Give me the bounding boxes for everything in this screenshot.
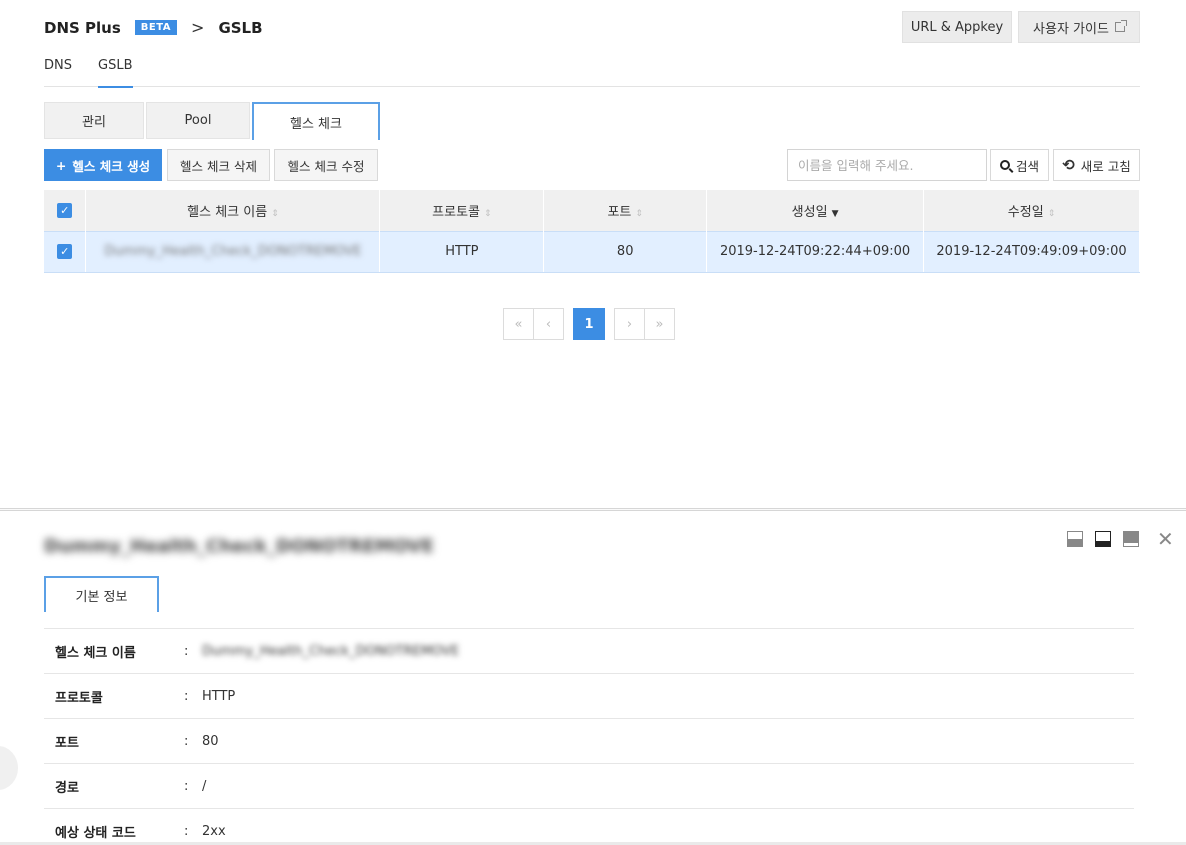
user-guide-label: 사용자 가이드	[1033, 21, 1109, 37]
edit-label: 헬스 체크 수정	[287, 158, 365, 174]
prev-page-button[interactable]: ‹	[533, 308, 564, 340]
detail-title: Dummy_Health_Check_DONOTREMOVE	[44, 536, 434, 557]
tab-management[interactable]: 관리	[44, 102, 144, 139]
next-page-button[interactable]: ›	[614, 308, 645, 340]
search-icon	[999, 160, 1010, 170]
panel-bottom-layout-icon[interactable]	[1095, 531, 1111, 547]
service-subnav: DNS GSLB	[44, 56, 1140, 88]
create-health-check-button[interactable]: + 헬스 체크 생성	[44, 149, 162, 181]
page-button-current[interactable]: 1	[573, 308, 605, 340]
info-separator: :	[184, 688, 189, 704]
sort-icon: ⇕	[1047, 208, 1056, 219]
info-row: 예상 상태 코드 : 2xx	[44, 809, 1134, 845]
column-header-name[interactable]: 헬스 체크 이름 ⇕	[85, 190, 381, 231]
close-icon[interactable]: ✕	[1157, 527, 1174, 551]
column-header-created[interactable]: 생성일 ▼	[706, 190, 925, 231]
column-header-port[interactable]: 포트 ⇕	[543, 190, 708, 231]
last-page-button[interactable]: »	[644, 308, 675, 340]
info-row: 포트 : 80	[44, 719, 1134, 764]
cell-name: Dummy_Health_Check_DONOTREMOVE	[85, 230, 381, 273]
info-row: 경로 : /	[44, 764, 1134, 809]
toolbar: + 헬스 체크 생성 헬스 체크 삭제 헬스 체크 수정 검색 ⟲ 새로 고침	[44, 149, 1140, 181]
info-label: 프로토콜	[55, 690, 103, 706]
cell-port: 80	[543, 230, 708, 273]
column-header-modified[interactable]: 수정일 ⇕	[923, 190, 1140, 231]
search-label: 검색	[1015, 158, 1039, 174]
tab-health-check[interactable]: 헬스 체크	[252, 102, 380, 140]
create-label: 헬스 체크 생성	[72, 158, 151, 174]
info-value: 2xx	[202, 823, 226, 839]
plus-icon: +	[55, 157, 67, 173]
first-page-button[interactable]: «	[503, 308, 534, 340]
info-row: 프로토콜 : HTTP	[44, 674, 1134, 719]
side-handle[interactable]	[0, 746, 18, 790]
panel-resize-handle[interactable]	[0, 508, 1186, 511]
info-separator: :	[184, 643, 189, 659]
cell-modified: 2019-12-24T09:49:09+09:00	[923, 230, 1140, 273]
info-separator: :	[184, 778, 189, 794]
tab-pool[interactable]: Pool	[146, 102, 250, 139]
info-label: 경로	[55, 780, 79, 796]
info-value: Dummy_Health_Check_DONOTREMOVE	[202, 643, 460, 659]
table-row[interactable]: ✓ Dummy_Health_Check_DONOTREMOVE HTTP 80…	[44, 230, 1140, 273]
column-header-protocol[interactable]: 프로토콜 ⇕	[379, 190, 545, 231]
health-check-table: ✓ 헬스 체크 이름 ⇕ 프로토콜 ⇕ 포트 ⇕ 생성일 ▼ 수정일 ⇕ ✓ Dummy_…	[44, 190, 1140, 273]
row-checkbox[interactable]: ✓	[57, 244, 73, 259]
info-label: 포트	[55, 735, 79, 751]
sort-desc-icon: ▼	[831, 208, 839, 219]
detail-info-list: 헬스 체크 이름 : Dummy_Health_Check_DONOTREMOV…	[44, 628, 1134, 845]
select-all-checkbox[interactable]: ✓	[57, 202, 73, 218]
select-all-cell: ✓	[44, 190, 87, 231]
gslb-tabs: 관리 Pool 헬스 체크	[44, 102, 380, 140]
panel-minimize-icon[interactable]	[1123, 531, 1139, 547]
breadcrumb: DNS Plus BETA > GSLB	[44, 18, 263, 37]
pagination: « ‹ 1 › »	[503, 308, 675, 340]
chevron-right-icon: >	[191, 18, 205, 37]
external-link-icon	[1114, 20, 1127, 32]
subnav-item-dns[interactable]: DNS	[44, 56, 72, 87]
user-guide-button[interactable]: 사용자 가이드	[1018, 11, 1140, 43]
edit-health-check-button[interactable]: 헬스 체크 수정	[274, 149, 378, 181]
top-bar: DNS Plus BETA > GSLB URL & Appkey 사용자 가이…	[44, 11, 1140, 44]
subnav-item-gslb[interactable]: GSLB	[98, 56, 133, 88]
info-row: 헬스 체크 이름 : Dummy_Health_Check_DONOTREMOV…	[44, 629, 1134, 674]
search-button[interactable]: 검색	[990, 149, 1049, 181]
delete-health-check-button[interactable]: 헬스 체크 삭제	[167, 149, 270, 181]
url-appkey-button[interactable]: URL & Appkey	[902, 11, 1012, 43]
info-value: HTTP	[202, 688, 236, 704]
cell-created: 2019-12-24T09:22:44+09:00	[706, 230, 925, 273]
info-label: 예상 상태 코드	[55, 825, 136, 841]
refresh-icon: ⟲	[1062, 156, 1075, 174]
beta-badge: BETA	[134, 20, 178, 35]
url-appkey-label: URL & Appkey	[910, 19, 1004, 35]
search-input[interactable]	[787, 149, 987, 181]
sort-icon: ⇕	[484, 208, 492, 219]
current-service: GSLB	[218, 18, 263, 37]
refresh-label: 새로 고침	[1080, 158, 1131, 174]
delete-label: 헬스 체크 삭제	[180, 158, 257, 174]
info-value: 80	[202, 733, 219, 749]
info-separator: :	[184, 823, 189, 839]
panel-half-layout-icon[interactable]	[1067, 531, 1083, 547]
cell-protocol: HTTP	[379, 230, 545, 273]
sort-icon: ⇕	[271, 208, 279, 219]
tab-basic-info[interactable]: 기본 정보	[44, 576, 159, 612]
sort-icon: ⇕	[635, 208, 643, 219]
refresh-button[interactable]: ⟲ 새로 고침	[1053, 149, 1140, 181]
info-value: /	[202, 778, 207, 794]
row-select-cell: ✓	[44, 230, 87, 273]
product-name[interactable]: DNS Plus	[44, 19, 121, 37]
info-separator: :	[184, 733, 189, 749]
table-header-row: ✓ 헬스 체크 이름 ⇕ 프로토콜 ⇕ 포트 ⇕ 생성일 ▼ 수정일 ⇕	[44, 190, 1140, 231]
info-label: 헬스 체크 이름	[55, 645, 136, 661]
